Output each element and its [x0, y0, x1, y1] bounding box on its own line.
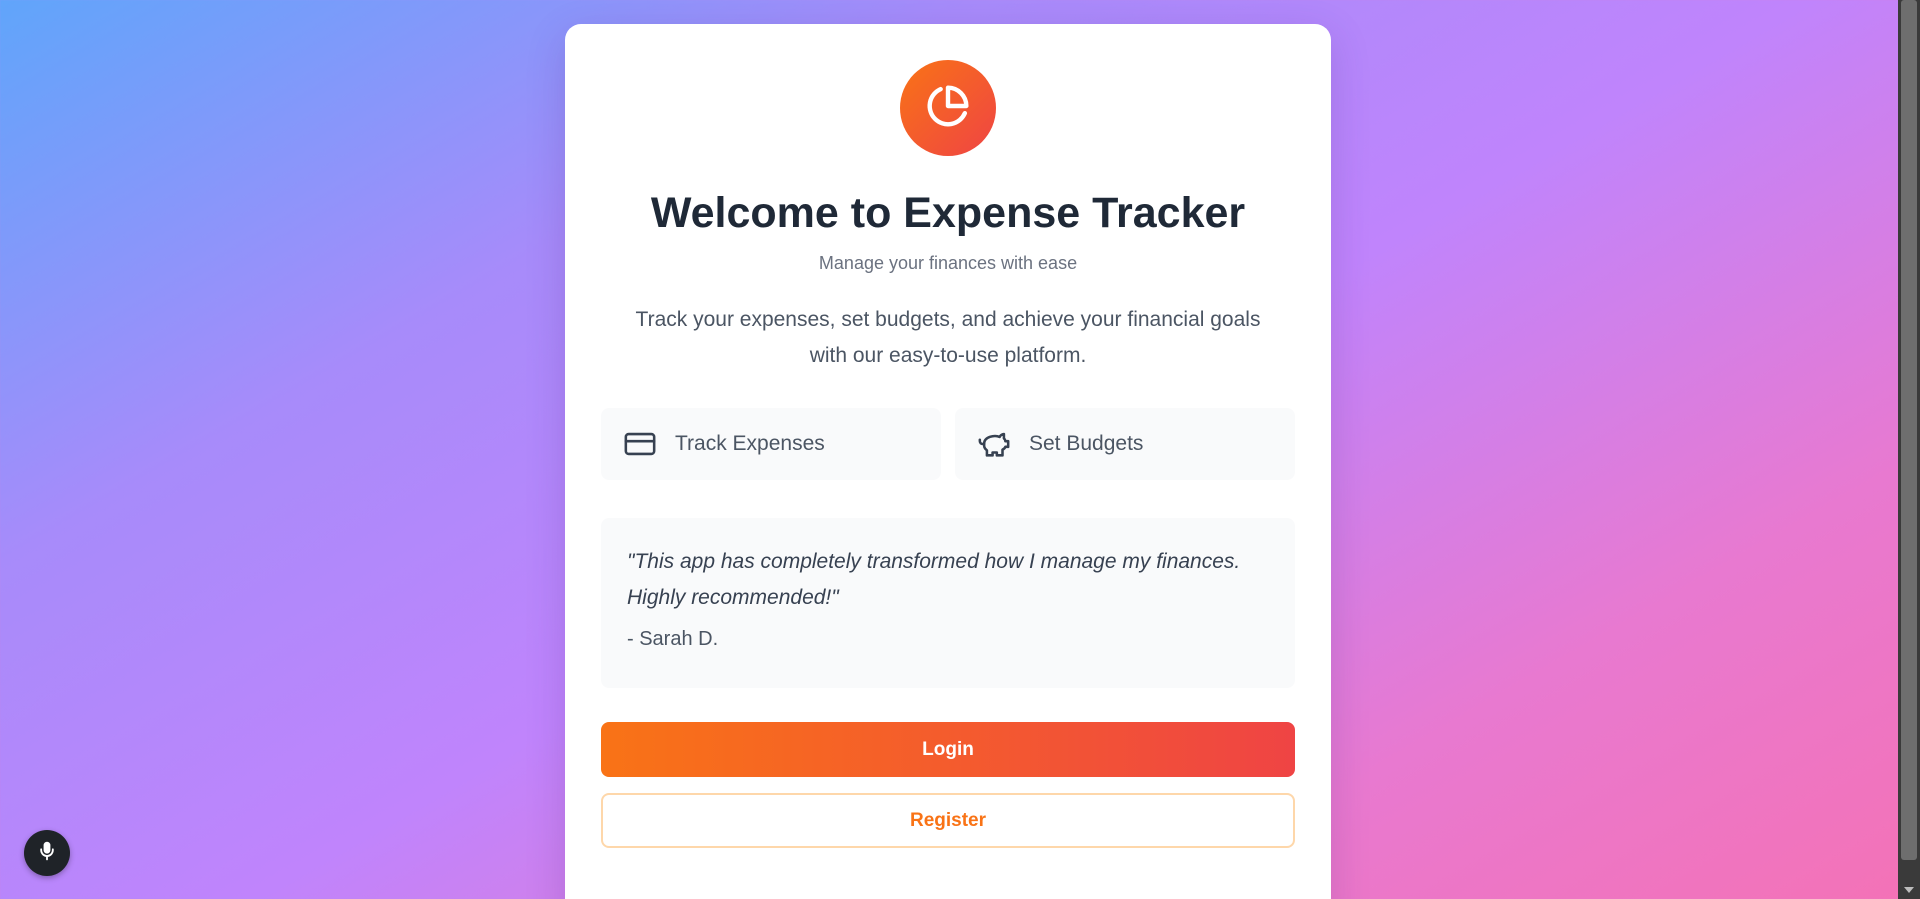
credit-card-icon — [621, 425, 659, 463]
vertical-scrollbar[interactable] — [1898, 0, 1920, 899]
scrollbar-thumb[interactable] — [1901, 0, 1917, 860]
scroll-down-arrow-icon[interactable] — [1904, 887, 1914, 893]
voice-assistant-button[interactable] — [24, 830, 70, 876]
testimonial-box: "This app has completely transformed how… — [601, 518, 1295, 689]
welcome-card: Welcome to Expense Tracker Manage your f… — [565, 24, 1331, 899]
feature-set-budgets: Set Budgets — [955, 408, 1295, 481]
app-logo — [900, 60, 996, 156]
register-button[interactable]: Register — [601, 793, 1295, 849]
page-title: Welcome to Expense Tracker — [650, 189, 1246, 237]
pie-chart-icon — [926, 84, 970, 133]
feature-track-expenses: Track Expenses — [601, 408, 941, 481]
piggy-bank-icon — [975, 425, 1013, 463]
testimonial-quote: "This app has completely transformed how… — [627, 550, 1241, 610]
login-button[interactable]: Login — [601, 722, 1295, 778]
feature-list: Track Expenses Set Budgets — [601, 408, 1295, 481]
feature-label: Set Budgets — [1029, 432, 1144, 456]
feature-label: Track Expenses — [675, 432, 825, 456]
intro-description: Track your expenses, set budgets, and ac… — [635, 308, 1261, 368]
page-subtitle: Manage your finances with ease — [818, 253, 1078, 274]
microphone-icon — [37, 841, 57, 866]
testimonial-author: - Sarah D. — [627, 628, 719, 651]
